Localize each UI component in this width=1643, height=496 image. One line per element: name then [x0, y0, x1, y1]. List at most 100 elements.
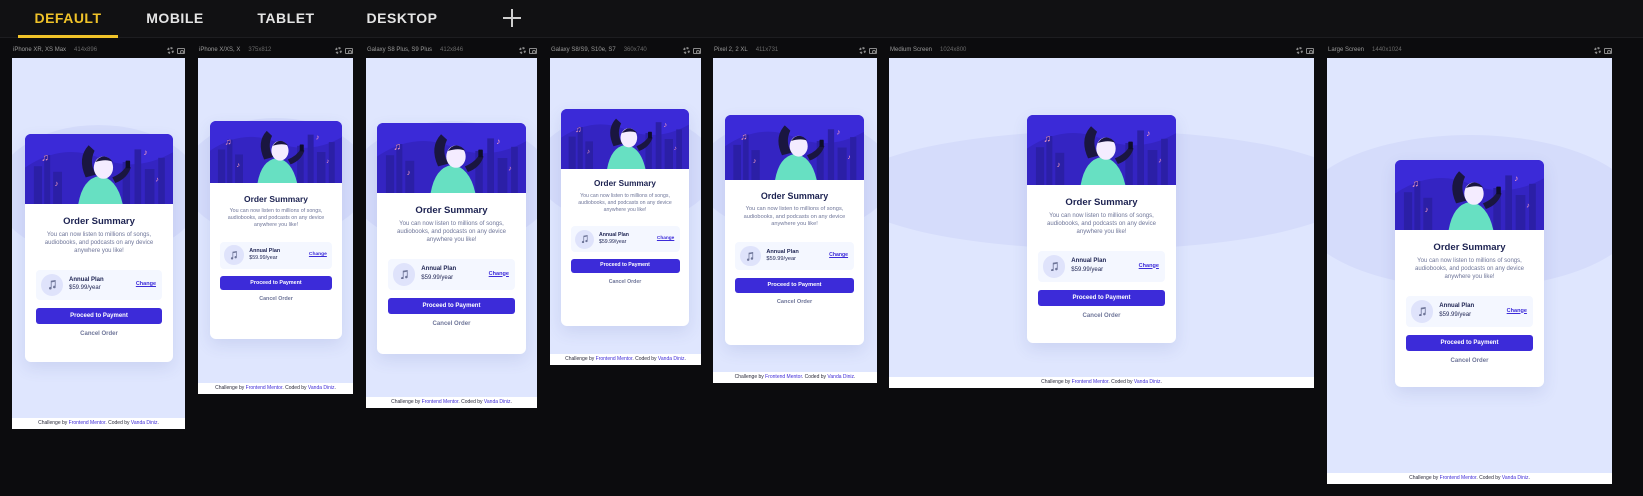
cancel-order-button[interactable]: Cancel Order: [1027, 313, 1176, 319]
hero-illustration: ♫ ♪ ♪ ♪: [1395, 160, 1544, 230]
cancel-order-button[interactable]: Cancel Order: [725, 299, 864, 305]
proceed-to-payment-button[interactable]: Proceed to Payment: [735, 277, 854, 293]
device-dimensions: 360x740: [623, 47, 647, 53]
change-link[interactable]: Change: [829, 252, 848, 258]
device-preview: iPhone XR, XS Max 414x896 ♫ ♪ ♪ ♪ Order Summar…: [12, 46, 185, 429]
hero-illustration: ♫ ♪ ♪ ♪: [725, 115, 864, 180]
device-tools: [683, 46, 701, 55]
cancel-order-button[interactable]: Cancel Order: [1395, 358, 1544, 364]
card-title: Order Summary: [593, 179, 656, 189]
device-header: Large Screen 1440x1024: [1327, 46, 1612, 56]
plan-name: Annual Plan: [1439, 303, 1475, 310]
proceed-to-payment-button[interactable]: Proceed to Payment: [570, 258, 680, 273]
frontend-mentor-link[interactable]: Frontend Mentor: [596, 356, 633, 362]
frontend-mentor-link[interactable]: Frontend Mentor: [246, 385, 283, 391]
tab-default[interactable]: DEFAULT: [18, 0, 118, 38]
change-link[interactable]: Change: [657, 236, 674, 241]
hero-illustration: ♫ ♪ ♪ ♪: [25, 134, 173, 204]
author-link[interactable]: Vanda Diniz: [131, 420, 158, 426]
svg-text:♪: ♪: [1057, 160, 1061, 169]
attribution-footer: Challenge by Frontend Mentor. Coded by V…: [198, 383, 353, 394]
author-link[interactable]: Vanda Diniz: [484, 399, 511, 405]
cancel-order-button[interactable]: Cancel Order: [561, 279, 689, 285]
change-link[interactable]: Change: [136, 281, 156, 287]
plan-box: Annual Plan $59.99/year Change: [1406, 296, 1533, 327]
author-link[interactable]: Vanda Diniz: [1502, 475, 1529, 481]
cancel-order-button[interactable]: Cancel Order: [210, 296, 342, 302]
camera-icon[interactable]: [869, 48, 877, 54]
frontend-mentor-link[interactable]: Frontend Mentor: [1440, 475, 1477, 481]
frontend-mentor-link[interactable]: Frontend Mentor: [765, 374, 802, 380]
frontend-mentor-link[interactable]: Frontend Mentor: [1072, 379, 1109, 385]
attribution-footer: Challenge by Frontend Mentor. Coded by V…: [366, 397, 537, 408]
svg-text:♫: ♫: [1043, 134, 1051, 145]
camera-icon[interactable]: [345, 48, 353, 54]
svg-text:♪: ♪: [1425, 205, 1429, 214]
author-link[interactable]: Vanda Diniz: [827, 374, 854, 380]
camera-icon[interactable]: [529, 48, 537, 54]
device-header: iPhone X/XS, X 375x812: [198, 46, 353, 56]
author-link[interactable]: Vanda Diniz: [308, 385, 335, 391]
gear-icon[interactable]: [859, 47, 866, 54]
music-note-icon: [393, 263, 416, 286]
frontend-mentor-link[interactable]: Frontend Mentor: [422, 399, 459, 405]
svg-text:♪: ♪: [587, 149, 591, 156]
camera-icon[interactable]: [177, 48, 185, 54]
device-header: Medium Screen 1024x800: [889, 46, 1314, 56]
tab-tablet[interactable]: TABLET: [245, 0, 327, 38]
proceed-to-payment-button[interactable]: Proceed to Payment: [219, 275, 333, 291]
device-screen: ♫ ♪ ♪ ♪ Order Summary You can now listen to m…: [1327, 58, 1612, 484]
device-dimensions: 411x731: [755, 47, 779, 53]
device-name: Galaxy S8 Plus, S9 Plus 412x846: [367, 47, 464, 53]
cancel-order-button[interactable]: Cancel Order: [377, 321, 526, 327]
device-tools: [1594, 46, 1612, 55]
gear-icon[interactable]: [1594, 47, 1601, 54]
gear-icon[interactable]: [683, 47, 690, 54]
svg-text:♪: ♪: [143, 147, 147, 157]
device-screen: ♫ ♪ ♪ ♪ Order Summary You can now listen to m…: [889, 58, 1314, 388]
device-tools: [1296, 46, 1314, 55]
plus-icon[interactable]: [499, 5, 525, 31]
proceed-to-payment-button[interactable]: Proceed to Payment: [388, 297, 515, 314]
device-name: Galaxy S8/S9, S10e, S7 360x740: [551, 47, 647, 53]
card-description: You can now listen to millions of songs,…: [1415, 258, 1524, 280]
proceed-to-payment-button[interactable]: Proceed to Payment: [1038, 289, 1165, 306]
music-note-icon: [1411, 300, 1434, 323]
svg-text:♪: ♪: [508, 164, 512, 173]
proceed-to-payment-button[interactable]: Proceed to Payment: [36, 308, 162, 324]
camera-icon[interactable]: [693, 48, 701, 54]
device-header: iPhone XR, XS Max 414x896: [12, 46, 185, 56]
gear-icon[interactable]: [167, 47, 174, 54]
plan-price: $59.99/year: [69, 285, 101, 291]
tab-mobile[interactable]: MOBILE: [131, 0, 219, 38]
music-note-icon: [574, 229, 594, 249]
author-link[interactable]: Vanda Diniz: [658, 356, 685, 362]
gear-icon[interactable]: [335, 47, 342, 54]
svg-text:♫: ♫: [1411, 179, 1419, 190]
tab-desktop[interactable]: DESKTOP: [357, 0, 447, 38]
device-tools: [859, 46, 877, 55]
change-link[interactable]: Change: [1507, 308, 1527, 314]
camera-icon[interactable]: [1306, 48, 1314, 54]
frontend-mentor-link[interactable]: Frontend Mentor: [69, 420, 106, 426]
change-link[interactable]: Change: [489, 271, 509, 277]
svg-text:♪: ♪: [1146, 128, 1150, 138]
author-link[interactable]: Vanda Diniz: [1134, 379, 1161, 385]
plan-price: $59.99/year: [599, 239, 627, 246]
device-name: Medium Screen 1024x800: [890, 47, 967, 53]
gear-icon[interactable]: [1296, 47, 1303, 54]
music-note-icon: [740, 245, 761, 267]
change-link[interactable]: Change: [1139, 263, 1159, 269]
gear-icon[interactable]: [519, 47, 526, 54]
hero-illustration: ♫ ♪ ♪ ♪: [210, 121, 342, 183]
change-link[interactable]: Change: [309, 252, 327, 257]
camera-icon[interactable]: [1604, 48, 1612, 54]
device-preview: Pixel 2, 2 XL 411x731 ♫ ♪ ♪ ♪ Order Summary You…: [713, 46, 877, 383]
device-screen: ♫ ♪ ♪ ♪ Order Summary You can now listen to m…: [550, 58, 701, 365]
svg-text:♪: ♪: [407, 168, 411, 177]
proceed-to-payment-button[interactable]: Proceed to Payment: [1406, 334, 1533, 351]
cancel-order-button[interactable]: Cancel Order: [25, 331, 173, 337]
device-dimensions: 1440x1024: [1372, 47, 1402, 53]
svg-text:♪: ♪: [1158, 156, 1162, 165]
svg-text:♪: ♪: [753, 156, 757, 165]
